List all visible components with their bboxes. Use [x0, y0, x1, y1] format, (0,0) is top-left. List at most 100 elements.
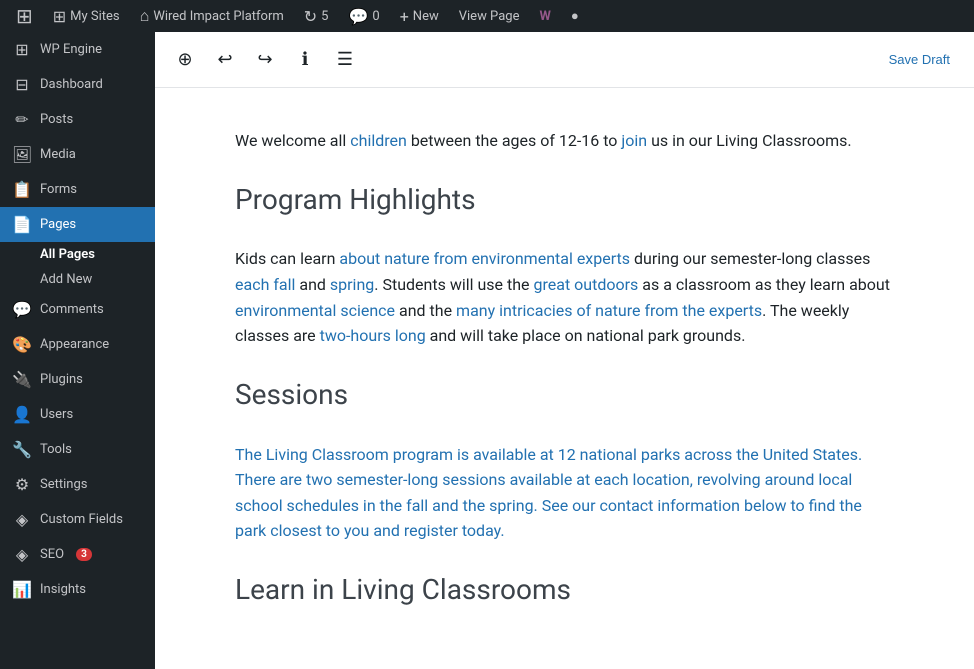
- link-two-hours: two-hours long: [320, 326, 426, 345]
- sidebar-item-label: Insights: [40, 582, 86, 597]
- sidebar-item-settings[interactable]: ⚙ Settings: [0, 467, 155, 502]
- editor-toolbar: ⊕ ↩ ↪ ℹ ☰ Save Draft: [155, 32, 974, 88]
- link-session-main: The Living Classroom program is availabl…: [235, 445, 862, 541]
- sidebar-item-forms[interactable]: 📋 Forms: [0, 172, 155, 207]
- heading-learn: Learn in Living Classrooms: [235, 568, 894, 613]
- sidebar: ⊞ WP Engine ⊟ Dashboard ✏ Posts 🖼 Media …: [0, 32, 155, 669]
- add-block-button[interactable]: ⊕: [167, 42, 203, 78]
- sidebar-item-label: Pages: [40, 217, 76, 232]
- view-page-link[interactable]: View Page: [451, 0, 528, 32]
- heading-block-3[interactable]: Learn in Living Classrooms: [235, 568, 894, 613]
- sidebar-item-wp-engine[interactable]: ⊞ WP Engine: [0, 32, 155, 67]
- my-sites-menu[interactable]: ⊞ My Sites: [45, 0, 128, 32]
- view-page-label: View Page: [459, 9, 520, 24]
- sidebar-item-dashboard[interactable]: ⊟ Dashboard: [0, 67, 155, 102]
- link-env-science: environmental science: [235, 301, 395, 320]
- sidebar-item-label: Appearance: [40, 337, 109, 352]
- link-great-outdoors: great outdoors: [534, 275, 639, 294]
- wp-logo-icon[interactable]: ⊞: [8, 4, 41, 28]
- list-view-button[interactable]: ☰: [327, 42, 363, 78]
- posts-icon: ✏: [12, 110, 32, 129]
- link-each-fall: each fall: [235, 275, 295, 294]
- sidebar-item-seo[interactable]: ◈ SEO 3: [0, 537, 155, 572]
- admin-bar: ⊞ ⊞ My Sites ⌂ Wired Impact Platform ↻ 5…: [0, 0, 974, 32]
- main-layout: ⊞ WP Engine ⊟ Dashboard ✏ Posts 🖼 Media …: [0, 32, 974, 669]
- sidebar-item-label: Forms: [40, 182, 77, 197]
- editor-content[interactable]: We welcome all children between the ages…: [155, 88, 974, 669]
- paragraph-text-1: We welcome all children between the ages…: [235, 128, 894, 154]
- updates-menu[interactable]: ↻ 5: [296, 0, 337, 32]
- paragraph-text-3: The Living Classroom program is availabl…: [235, 442, 894, 544]
- comments-count: 0: [372, 9, 379, 24]
- link-children: children: [350, 131, 407, 150]
- sidebar-item-label: Tools: [40, 442, 72, 457]
- user-avatar[interactable]: ●: [563, 0, 587, 32]
- users-icon: 👤: [12, 405, 32, 424]
- sidebar-item-comments[interactable]: 💬 Comments: [0, 292, 155, 327]
- comments-icon: 💬: [348, 7, 368, 26]
- woo-icon: W: [539, 9, 550, 24]
- paragraph-block-2[interactable]: Kids can learn about nature from environ…: [235, 246, 894, 348]
- custom-fields-icon: ◈: [12, 510, 32, 529]
- sidebar-item-label: WP Engine: [40, 42, 102, 57]
- sidebar-item-media[interactable]: 🖼 Media: [0, 137, 155, 172]
- details-button[interactable]: ℹ: [287, 42, 323, 78]
- user-circle-icon: ●: [571, 8, 579, 24]
- redo-button[interactable]: ↪: [247, 42, 283, 78]
- tools-icon: 🔧: [12, 440, 32, 459]
- sidebar-item-label: SEO: [40, 547, 64, 562]
- sidebar-item-label: Users: [40, 407, 73, 422]
- site-menu[interactable]: ⌂ Wired Impact Platform: [132, 0, 292, 32]
- heading-block-2[interactable]: Sessions: [235, 373, 894, 418]
- my-sites-label: My Sites: [70, 9, 119, 24]
- seo-icon: ◈: [12, 545, 32, 564]
- undo-button[interactable]: ↩: [207, 42, 243, 78]
- sidebar-item-pages[interactable]: 📄 Pages: [0, 207, 155, 242]
- sidebar-item-label: Posts: [40, 112, 73, 127]
- pages-icon: 📄: [12, 215, 32, 234]
- wp-engine-icon: ⊞: [12, 40, 32, 59]
- link-nature: about nature from environmental experts: [339, 249, 630, 268]
- sidebar-item-posts[interactable]: ✏ Posts: [0, 102, 155, 137]
- dashboard-icon: ⊟: [12, 75, 32, 94]
- link-join: join: [621, 131, 647, 150]
- sidebar-item-label: Settings: [40, 477, 87, 492]
- paragraph-block-3[interactable]: The Living Classroom program is availabl…: [235, 442, 894, 544]
- seo-badge: 3: [76, 548, 92, 561]
- media-icon: 🖼: [12, 145, 32, 164]
- woo-icon-item[interactable]: W: [531, 0, 558, 32]
- new-label: New: [413, 9, 439, 24]
- link-spring: spring: [330, 275, 374, 294]
- appearance-icon: 🎨: [12, 335, 32, 354]
- sidebar-item-users[interactable]: 👤 Users: [0, 397, 155, 432]
- sidebar-item-appearance[interactable]: 🎨 Appearance: [0, 327, 155, 362]
- sidebar-item-label: Custom Fields: [40, 512, 123, 527]
- plus-icon: +: [400, 7, 409, 26]
- sidebar-item-label: Media: [40, 147, 76, 162]
- link-intricacies: many intricacies of nature from the expe…: [456, 301, 762, 320]
- sidebar-item-label: Comments: [40, 302, 104, 317]
- sidebar-item-tools[interactable]: 🔧 Tools: [0, 432, 155, 467]
- heading-block-1[interactable]: Program Highlights: [235, 178, 894, 223]
- insights-icon: 📊: [12, 580, 32, 599]
- sidebar-subitem-add-new[interactable]: Add New: [0, 267, 155, 292]
- comments-nav-icon: 💬: [12, 300, 32, 319]
- settings-icon: ⚙: [12, 475, 32, 494]
- paragraph-block-1[interactable]: We welcome all children between the ages…: [235, 128, 894, 154]
- save-draft-label: Save Draft: [889, 52, 950, 67]
- save-draft-button[interactable]: Save Draft: [877, 46, 962, 73]
- updates-icon: ↻: [304, 7, 317, 26]
- forms-icon: 📋: [12, 180, 32, 199]
- sidebar-item-label: Plugins: [40, 372, 83, 387]
- home-icon: ⌂: [140, 6, 150, 26]
- sidebar-item-plugins[interactable]: 🔌 Plugins: [0, 362, 155, 397]
- sidebar-item-custom-fields[interactable]: ◈ Custom Fields: [0, 502, 155, 537]
- heading-sessions: Sessions: [235, 373, 894, 418]
- my-sites-icon: ⊞: [53, 7, 66, 26]
- sidebar-subitem-all-pages[interactable]: All Pages: [0, 242, 155, 267]
- new-content-menu[interactable]: + New: [392, 0, 447, 32]
- updates-count: 5: [321, 9, 328, 24]
- comments-menu[interactable]: 💬 0: [340, 0, 387, 32]
- site-label: Wired Impact Platform: [153, 9, 283, 24]
- sidebar-item-insights[interactable]: 📊 Insights: [0, 572, 155, 607]
